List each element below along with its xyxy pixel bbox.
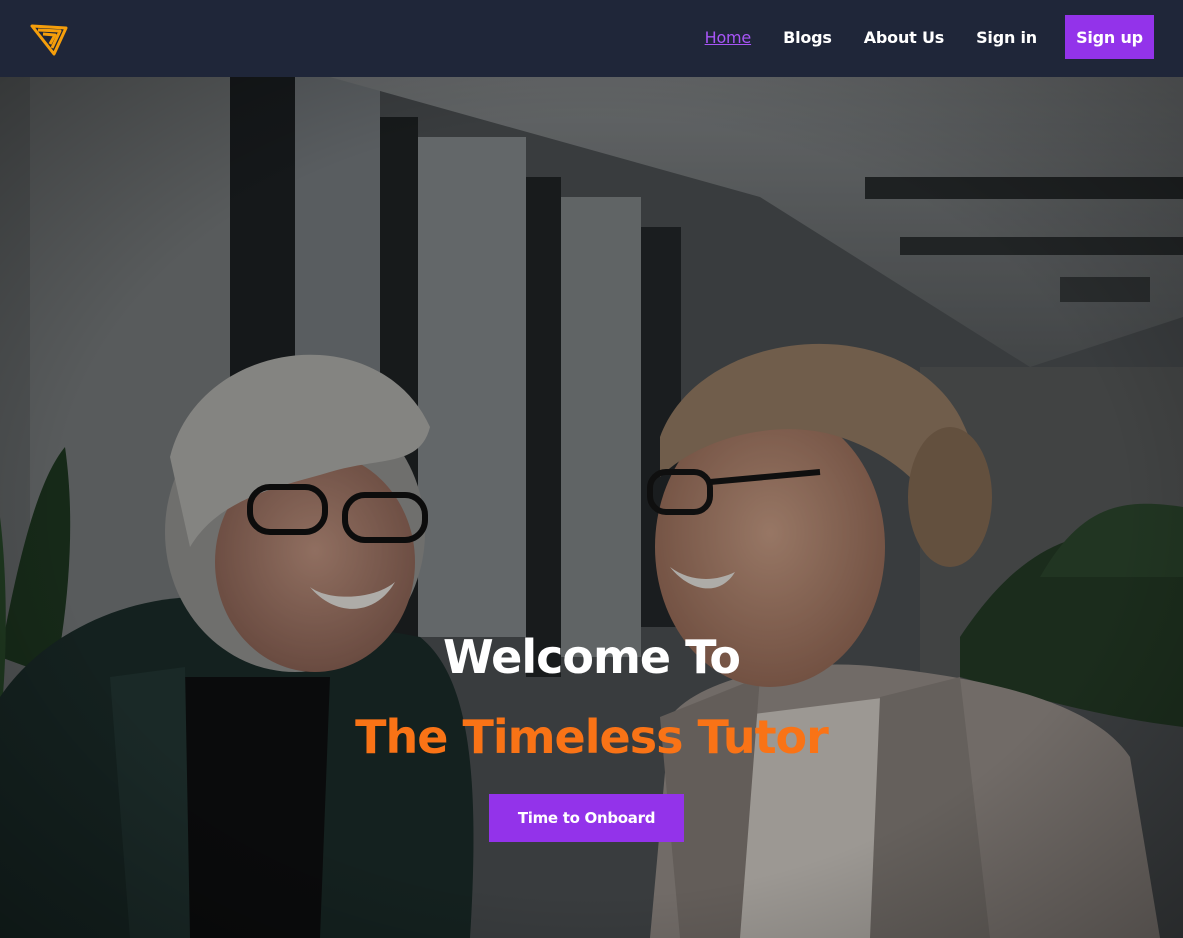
nav-link-sign-in[interactable]: Sign in [976,28,1037,47]
onboard-button[interactable]: Time to Onboard [489,794,684,842]
nav-links: Home Blogs About Us Sign in Sign up [673,15,1154,59]
triangle-logo-icon[interactable] [30,20,68,56]
navbar: Home Blogs About Us Sign in Sign up [0,0,1183,77]
nav-link-home[interactable]: Home [705,28,752,47]
nav-link-blogs[interactable]: Blogs [783,28,832,47]
hero-section: Welcome To The Timeless Tutor Time to On… [0,77,1183,938]
brand-heading: The Timeless Tutor [355,710,829,764]
nav-link-about-us[interactable]: About Us [864,28,945,47]
sign-up-button[interactable]: Sign up [1065,15,1154,59]
welcome-heading: Welcome To [443,630,741,684]
